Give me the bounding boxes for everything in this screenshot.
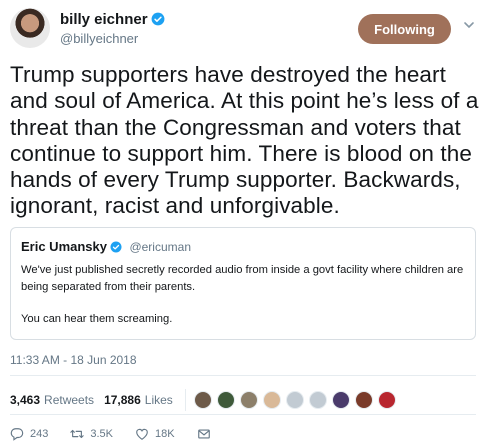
- display-name[interactable]: billy eichner: [60, 11, 165, 28]
- liker-avatar[interactable]: [354, 391, 373, 409]
- liker-avatar[interactable]: [331, 391, 350, 409]
- liker-avatar[interactable]: [193, 391, 212, 409]
- retweet-count: 3.5K: [90, 428, 113, 440]
- retweets-stat[interactable]: 3,463 Retweets: [10, 393, 94, 407]
- divider: [10, 414, 476, 415]
- display-name-text: billy eichner: [60, 11, 148, 28]
- quoted-tweet[interactable]: Eric Umansky @ericuman We've just publis…: [10, 227, 476, 340]
- divider: [10, 375, 476, 376]
- liker-avatars: [193, 391, 401, 409]
- envelope-icon: [197, 429, 210, 439]
- direct-message-button[interactable]: [197, 427, 217, 441]
- verified-badge-icon: [151, 12, 164, 26]
- quoted-tweet-header: Eric Umansky @ericuman: [21, 238, 465, 256]
- liker-avatar[interactable]: [285, 391, 304, 409]
- liker-avatar[interactable]: [377, 391, 396, 409]
- retweets-label: Retweets: [44, 393, 95, 407]
- liker-avatar[interactable]: [308, 391, 327, 409]
- liker-avatar[interactable]: [216, 391, 235, 409]
- stats-separator: [184, 389, 186, 411]
- heart-icon: [136, 428, 148, 440]
- quoted-text-line: You can hear them screaming.: [21, 313, 173, 325]
- likes-count: 17,886: [104, 393, 141, 407]
- liker-avatar[interactable]: [239, 391, 258, 409]
- like-count: 18K: [155, 428, 175, 440]
- avatar[interactable]: [10, 8, 50, 48]
- retweet-button[interactable]: 3.5K: [70, 427, 113, 441]
- verified-badge-icon: [110, 241, 122, 253]
- quoted-handle: @ericuman: [129, 240, 191, 254]
- likes-stat[interactable]: 17,886 Likes: [104, 393, 173, 407]
- reply-icon: [10, 428, 24, 441]
- tweet-actions: 243 3.5K 18K: [10, 427, 239, 441]
- reply-button[interactable]: 243: [10, 427, 48, 441]
- like-button[interactable]: 18K: [135, 427, 175, 441]
- tweet-text: Trump supporters have destroyed the hear…: [10, 62, 479, 219]
- user-handle[interactable]: @billyeichner: [60, 31, 138, 46]
- likes-label: Likes: [144, 393, 173, 407]
- chevron-down-icon[interactable]: [462, 18, 476, 32]
- quoted-text-line: We've just published secretly recorded a…: [21, 264, 464, 293]
- retweets-count: 3,463: [10, 393, 41, 407]
- tweet-stats: 3,463 Retweets 17,886 Likes: [10, 389, 401, 411]
- quoted-display-name: Eric Umansky: [21, 239, 107, 254]
- retweet-icon: [70, 429, 85, 439]
- timestamp[interactable]: 11:33 AM - 18 Jun 2018: [10, 353, 137, 367]
- following-button[interactable]: Following: [358, 14, 451, 44]
- liker-avatar[interactable]: [262, 391, 281, 409]
- quoted-tweet-text: We've just published secretly recorded a…: [21, 262, 465, 328]
- reply-count: 243: [30, 428, 49, 440]
